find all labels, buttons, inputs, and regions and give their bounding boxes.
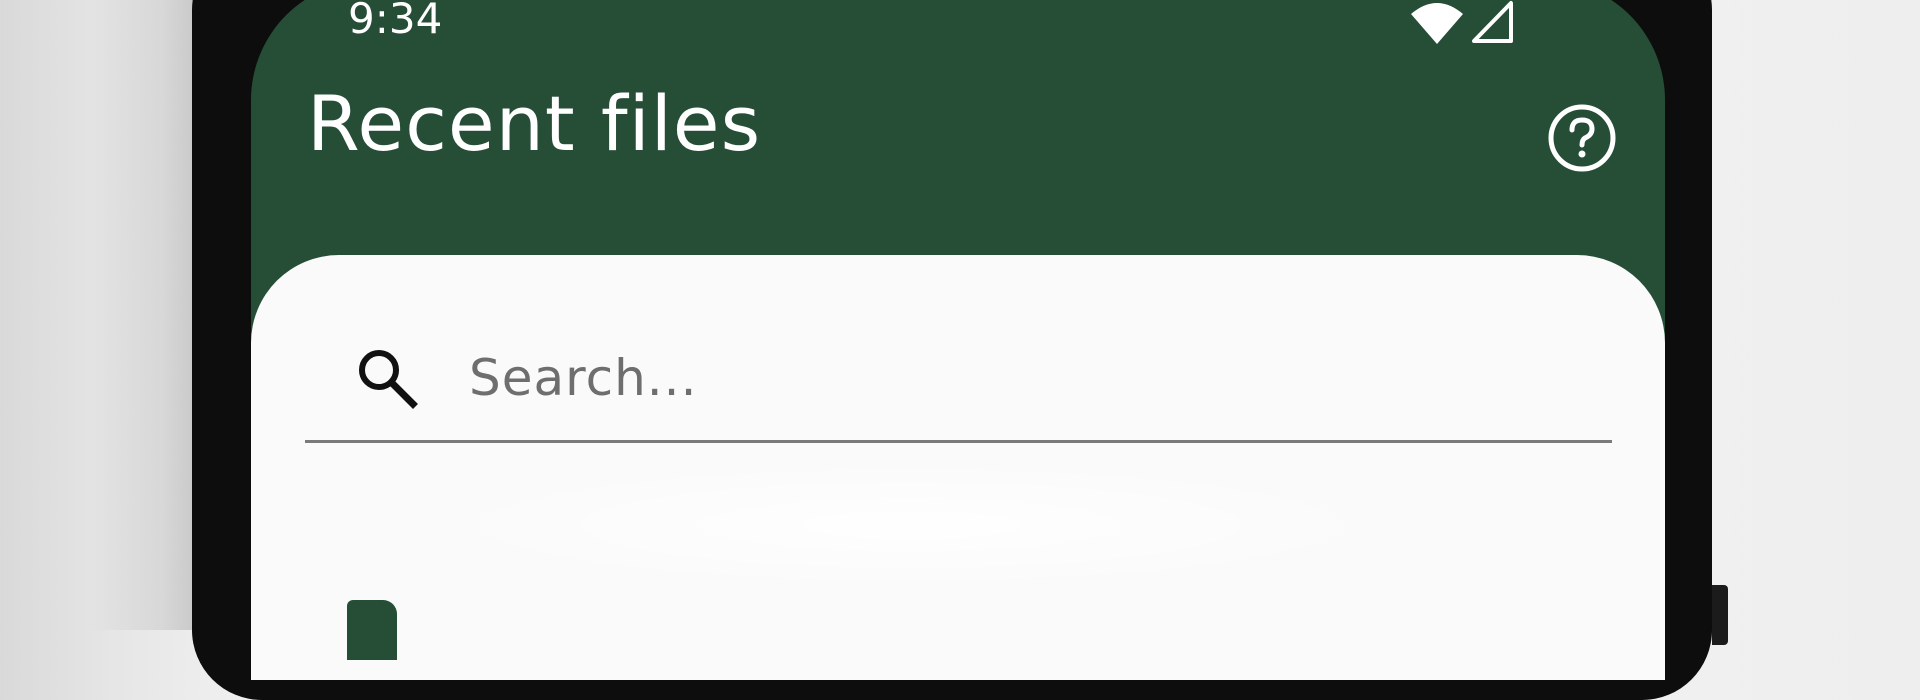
app-screen: 9:34 Recent files (251, 0, 1665, 680)
search-input[interactable] (469, 348, 1369, 407)
search-icon (355, 346, 419, 410)
status-time: 9:34 (348, 0, 443, 43)
help-circle-icon (1546, 104, 1618, 178)
search-bar[interactable] (305, 315, 1612, 440)
status-icons (1409, 0, 1515, 50)
page-title: Recent files (307, 79, 762, 168)
list-loading-fade (411, 460, 1411, 590)
content-sheet (251, 255, 1665, 680)
file-icon (347, 600, 397, 660)
wifi-icon (1409, 0, 1465, 50)
phone-side-button (1712, 585, 1728, 645)
cellular-signal-icon (1471, 0, 1515, 48)
help-button[interactable] (1546, 102, 1618, 174)
search-underline (305, 440, 1612, 443)
